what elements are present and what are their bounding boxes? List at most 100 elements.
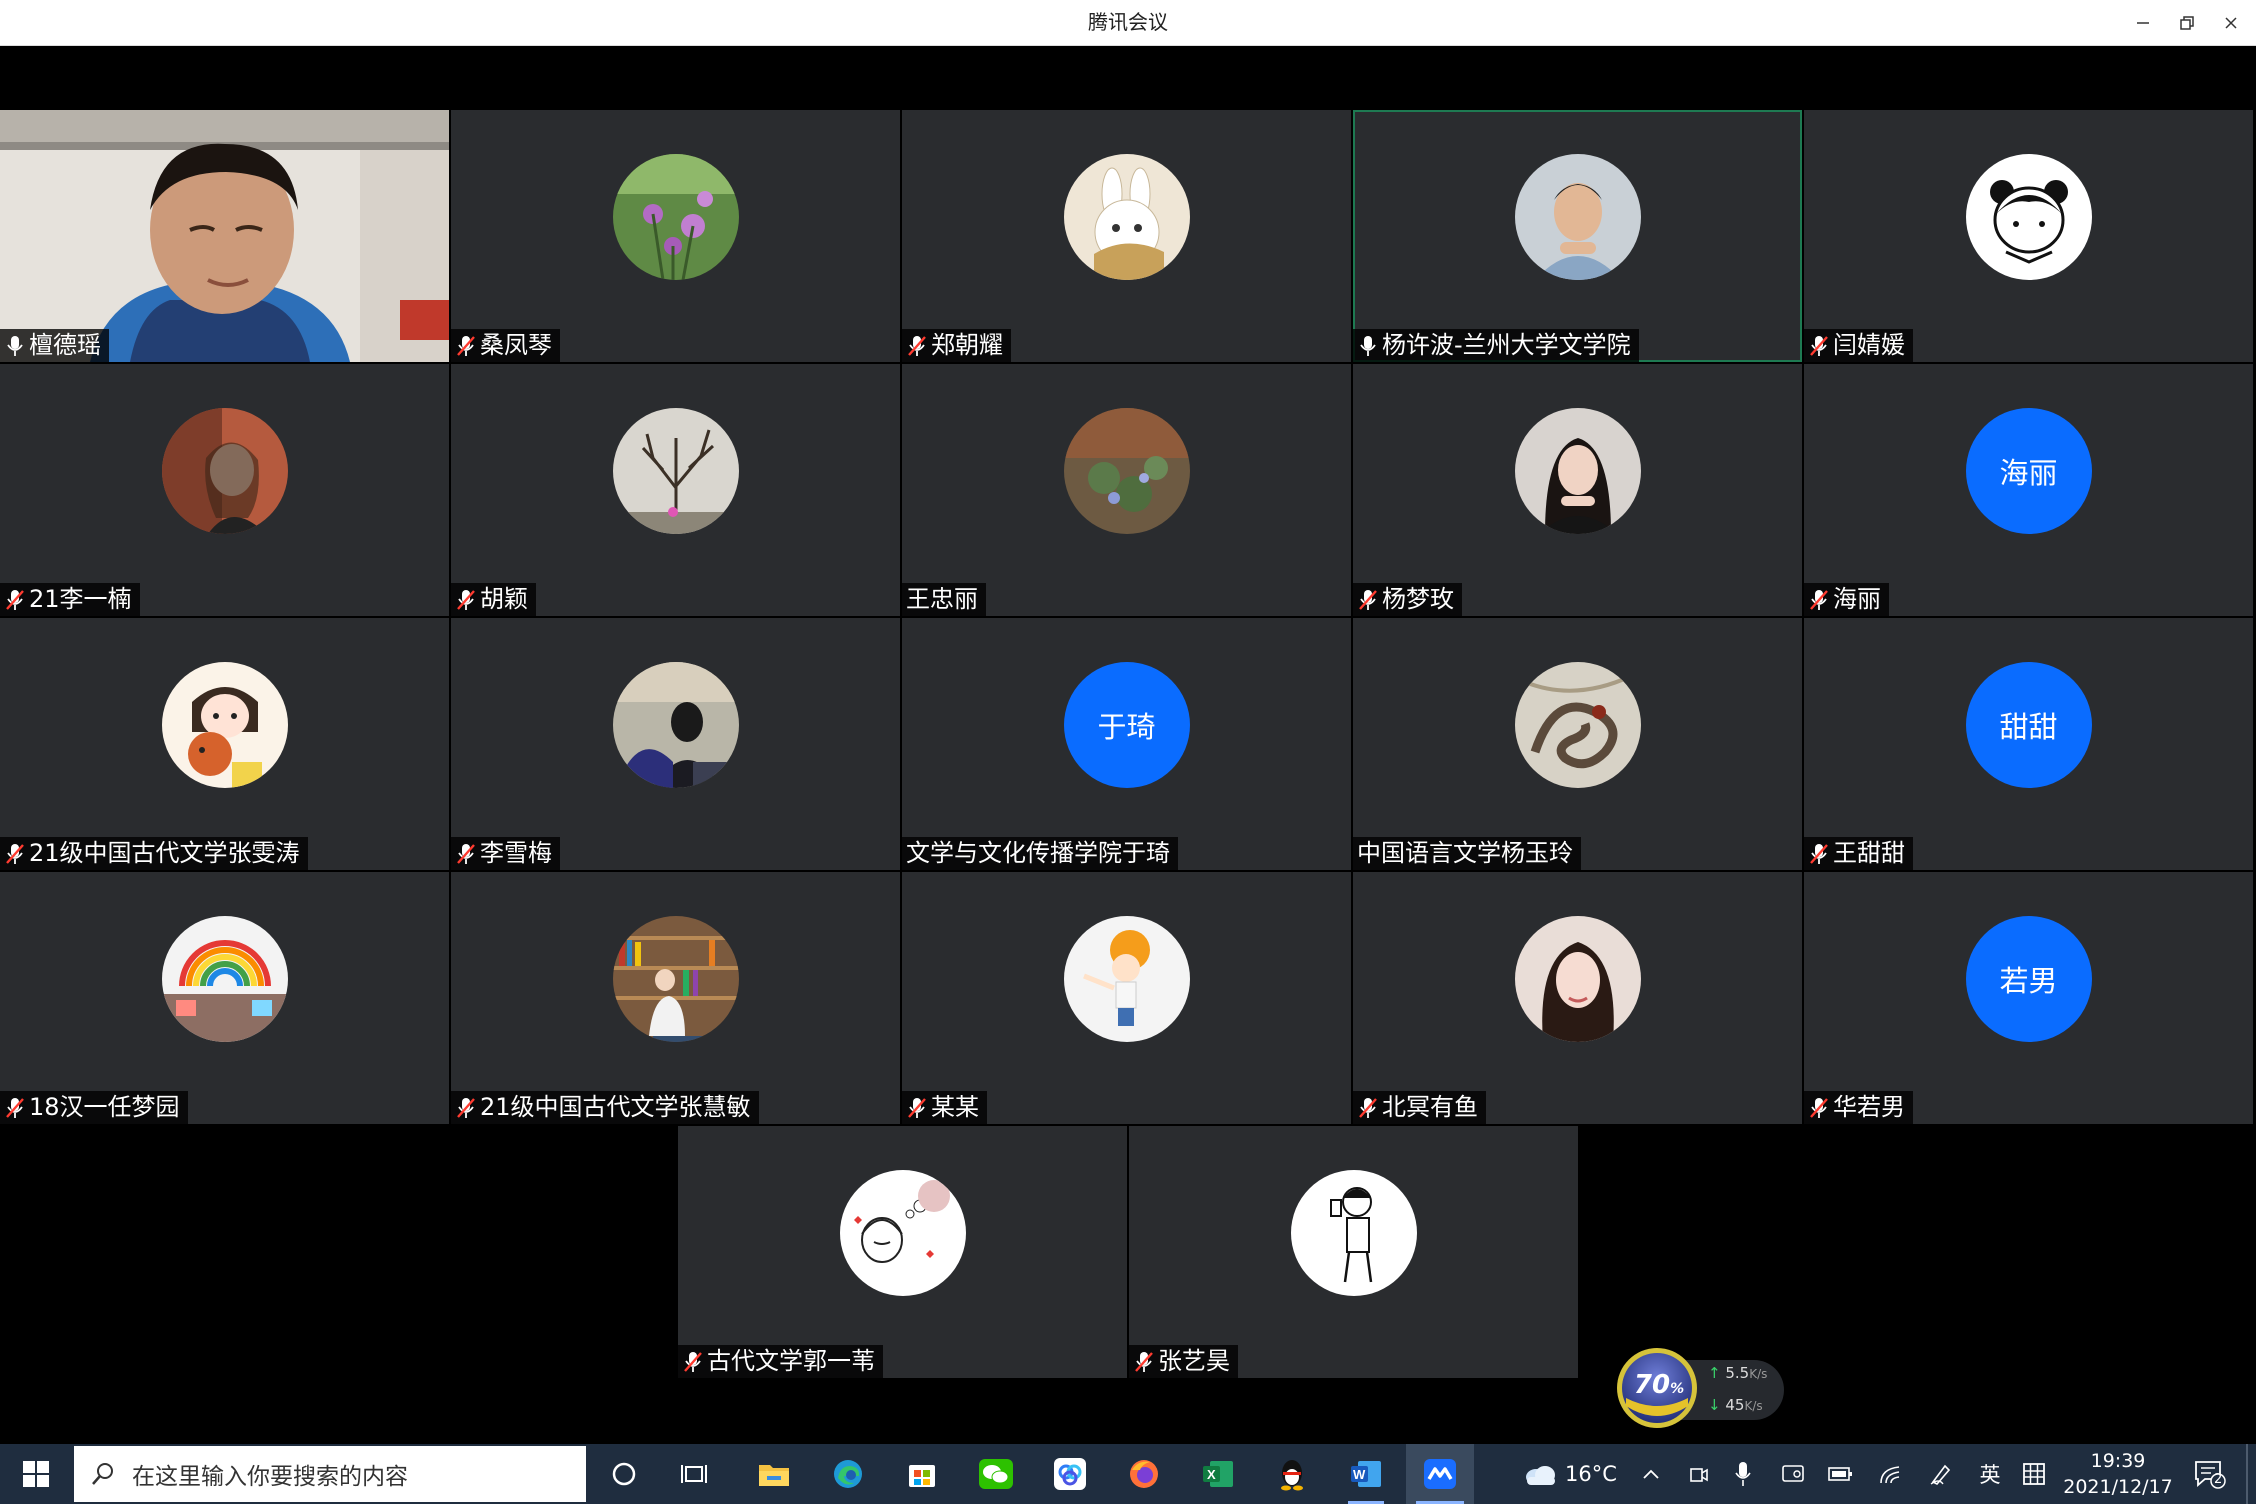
file-explorer-button[interactable] — [748, 1444, 800, 1504]
participant-name: 华若男 — [1833, 1093, 1905, 1121]
network-speed-widget[interactable]: 70% ↑ 5.5K/s ↓ 45K/s — [1612, 1342, 1792, 1432]
participant-avatar — [612, 154, 739, 280]
folder-icon — [759, 1465, 789, 1486]
microphone-muted-icon — [457, 335, 475, 356]
participant-tile[interactable]: 杨梦玫 — [1353, 364, 1802, 616]
ime-language-button[interactable]: 英 — [1972, 1444, 2008, 1504]
participant-avatar — [1514, 662, 1641, 788]
participant-tile[interactable]: 桑凤琴 — [451, 110, 900, 362]
participant-name: 18汉一任梦园 — [29, 1093, 180, 1121]
restore-button[interactable] — [2164, 0, 2210, 45]
show-hidden-icons-button[interactable] — [1636, 1444, 1666, 1504]
chevron-up-icon — [1643, 1469, 1659, 1479]
firefox-button[interactable] — [1118, 1444, 1170, 1504]
word-icon: W — [1351, 1461, 1381, 1487]
camera-video — [0, 110, 449, 362]
microphone-muted-icon — [6, 843, 24, 864]
participant-tile[interactable]: 21级中国古代文学张雯涛 — [0, 618, 449, 870]
microphone-muted-icon — [6, 1097, 24, 1118]
start-button[interactable] — [0, 1444, 72, 1504]
store-button[interactable] — [896, 1444, 948, 1504]
participant-tile[interactable]: 甜甜 王甜甜 — [1804, 618, 2253, 870]
participant-avatar — [161, 408, 288, 534]
participant-name: 海丽 — [1833, 585, 1881, 613]
tencent-meeting-button[interactable] — [1406, 1444, 1474, 1504]
microphone-muted-icon — [908, 1097, 926, 1118]
participant-tile[interactable]: 18汉一任梦园 — [0, 872, 449, 1124]
participant-name-bar: 郑朝耀 — [902, 329, 1011, 362]
task-view-icon — [681, 1465, 707, 1483]
microphone-icon — [1735, 1462, 1751, 1486]
participant-tile[interactable]: 中国语言文学杨玉玲 — [1353, 618, 1802, 870]
participant-name-bar: 王甜甜 — [1804, 837, 1913, 870]
microphone-muted-icon — [457, 843, 475, 864]
participant-tile[interactable]: 北冥有鱼 — [1353, 872, 1802, 1124]
participant-tile[interactable]: 李雪梅 — [451, 618, 900, 870]
meet-now-button[interactable] — [1682, 1444, 1716, 1504]
edge-button[interactable] — [822, 1444, 874, 1504]
participant-avatar — [161, 662, 288, 788]
excel-button[interactable]: X — [1192, 1444, 1244, 1504]
microphone-muted-icon — [908, 335, 926, 356]
microphone-tray-button[interactable] — [1728, 1444, 1758, 1504]
participant-tile[interactable]: 张艺昊 — [1129, 1126, 1578, 1378]
taskbar-search-box[interactable]: 在这里输入你要搜索的内容 — [74, 1446, 586, 1502]
participant-tile[interactable]: 某某 — [902, 872, 1351, 1124]
microphone-on-icon — [7, 335, 23, 356]
ime-mode-button[interactable] — [2016, 1444, 2052, 1504]
participant-name-bar: 李雪梅 — [451, 837, 560, 870]
search-icon — [92, 1463, 113, 1485]
battery-tray-button[interactable] — [1824, 1444, 1858, 1504]
wifi-tray-button[interactable] — [1874, 1444, 1908, 1504]
wechat-button[interactable] — [970, 1444, 1022, 1504]
minimize-icon — [2137, 21, 2149, 24]
wechat-icon — [979, 1459, 1013, 1489]
participant-tile[interactable]: 胡颖 — [451, 364, 900, 616]
minimize-button[interactable] — [2120, 0, 2166, 45]
participant-name: 李雪梅 — [480, 839, 552, 867]
participant-name-bar: 杨许波-兰州大学文学院 — [1353, 329, 1639, 362]
task-view-button[interactable] — [668, 1444, 720, 1504]
participant-tile[interactable]: 郑朝耀 — [902, 110, 1351, 362]
pen-tray-button[interactable] — [1924, 1444, 1958, 1504]
excel-icon: X — [1203, 1461, 1233, 1487]
weather-widget[interactable]: 16°C — [1510, 1444, 1630, 1504]
word-button[interactable]: W — [1340, 1444, 1392, 1504]
display-tray-button[interactable] — [1776, 1444, 1810, 1504]
microphone-muted-icon — [1810, 1097, 1828, 1118]
projector-icon — [1782, 1465, 1804, 1482]
close-button[interactable] — [2208, 0, 2254, 45]
cortana-button[interactable] — [598, 1444, 650, 1504]
participant-name: 北冥有鱼 — [1382, 1093, 1478, 1121]
taskbar: 在这里输入你要搜索的内容 X W 16°C 英 19:39 2021/12/17… — [0, 1444, 2256, 1504]
participant-tile[interactable]: 若男 华若男 — [1804, 872, 2253, 1124]
participant-name-bar: 海丽 — [1804, 583, 1889, 616]
participant-name-bar: 王忠丽 — [902, 583, 986, 616]
participant-tile[interactable]: 檀德瑶 — [0, 110, 449, 362]
show-desktop-button[interactable] — [2246, 1444, 2248, 1504]
participant-tile[interactable]: 古代文学郭一苇 — [678, 1126, 1127, 1378]
weather-temp: 16°C — [1565, 1462, 1617, 1486]
participant-name: 21级中国古代文学张雯涛 — [29, 839, 300, 867]
participant-tile[interactable]: 21李一楠 — [0, 364, 449, 616]
participant-avatar — [612, 662, 739, 788]
svg-text:X: X — [1207, 1467, 1216, 1482]
participant-tile[interactable]: 于琦 文学与文化传播学院于琦 — [902, 618, 1351, 870]
edge-icon — [834, 1460, 862, 1488]
participant-tile[interactable]: 21级中国古代文学张慧敏 — [451, 872, 900, 1124]
participant-tile[interactable]: 海丽 海丽 — [1804, 364, 2253, 616]
participant-avatar — [1063, 154, 1190, 280]
notification-center-button[interactable]: 2 — [2186, 1444, 2234, 1504]
wifi-icon — [1880, 1466, 1900, 1484]
participant-tile[interactable]: 王忠丽 — [902, 364, 1351, 616]
participant-tile[interactable]: 闫婧媛 — [1804, 110, 2253, 362]
qq-button[interactable] — [1266, 1444, 1318, 1504]
clock[interactable]: 19:39 2021/12/17 — [2060, 1444, 2176, 1504]
participant-tile[interactable]: 杨许波-兰州大学文学院 — [1353, 110, 1802, 362]
store-icon — [909, 1465, 935, 1487]
participant-name: 闫婧媛 — [1833, 331, 1905, 359]
microphone-on-icon — [1360, 335, 1376, 356]
participant-avatar — [1514, 916, 1641, 1042]
baidu-netdisk-button[interactable] — [1044, 1444, 1096, 1504]
participant-name: 郑朝耀 — [931, 331, 1003, 359]
